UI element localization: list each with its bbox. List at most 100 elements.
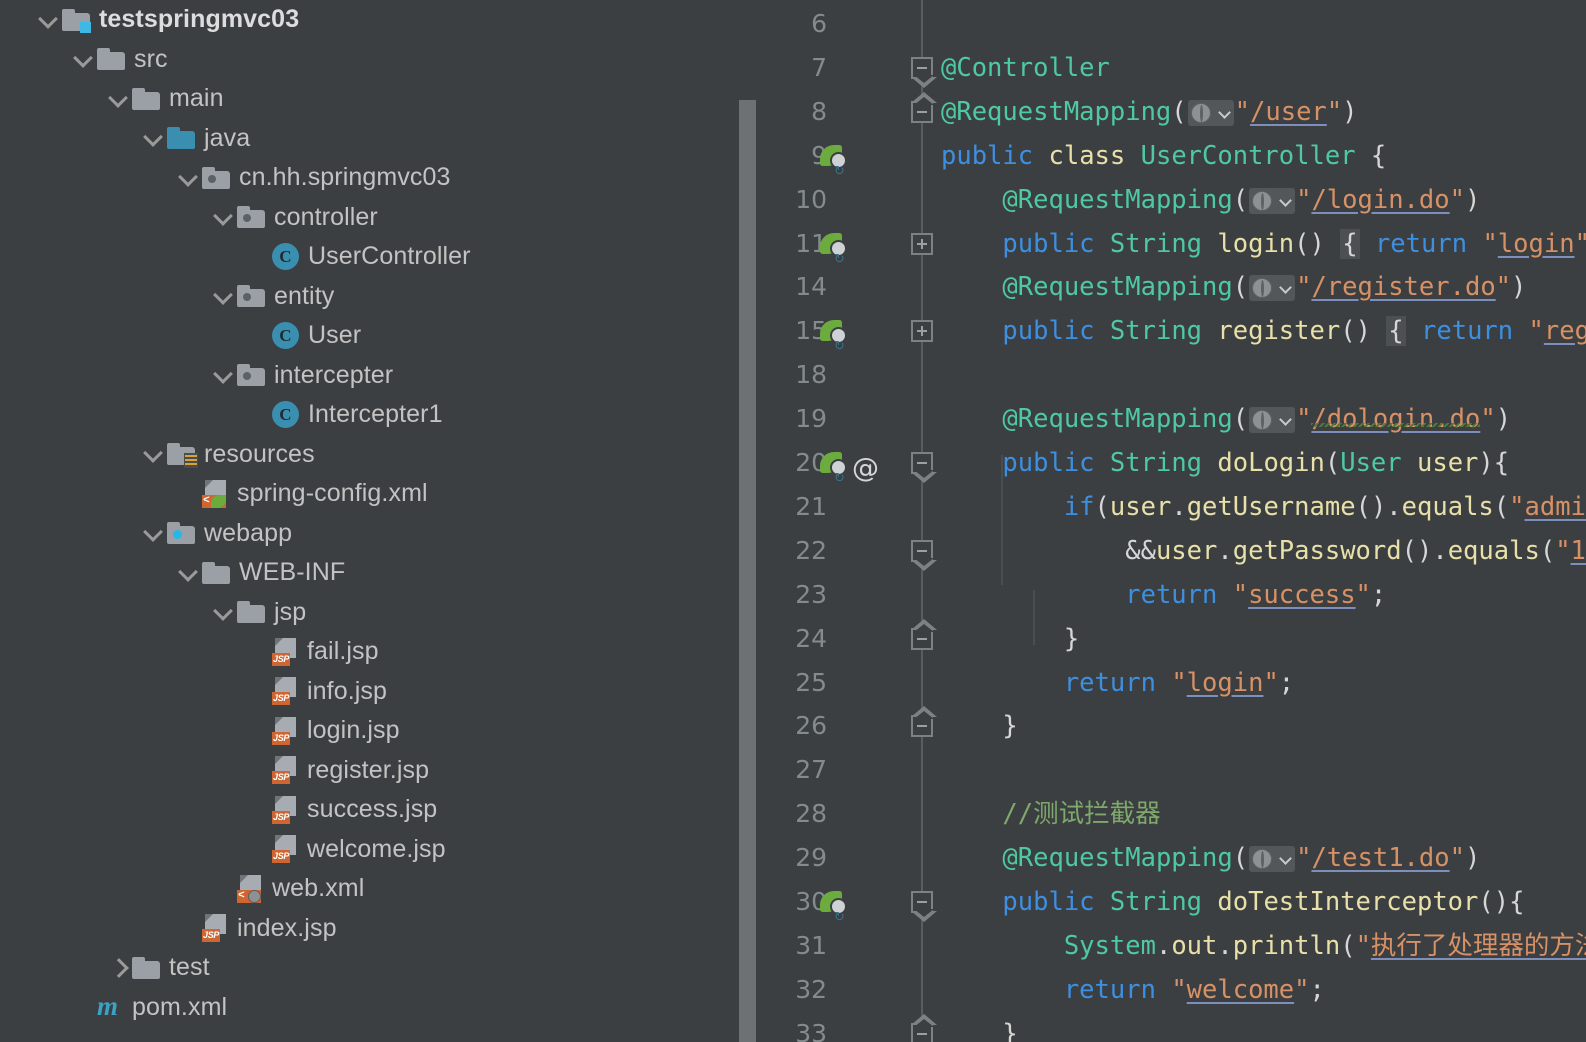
gutter-line-8[interactable]: 8 bbox=[770, 90, 903, 134]
gutter-line-22[interactable]: 22 bbox=[770, 529, 903, 573]
chevron-down-icon[interactable] bbox=[211, 283, 237, 309]
gutter-line-21[interactable]: 21 bbox=[770, 485, 903, 529]
tree-item-intercepter1[interactable]: C Intercepter1 bbox=[0, 395, 770, 435]
chevron-down-icon[interactable] bbox=[141, 520, 167, 546]
tree-item-welcome-jsp[interactable]: JSP welcome.jsp bbox=[0, 830, 770, 870]
tree-item-resources[interactable]: resources bbox=[0, 435, 770, 475]
code-line-25[interactable]: return "login"; bbox=[941, 661, 1294, 705]
tree-item-main[interactable]: main bbox=[0, 79, 770, 119]
code-content[interactable]: @Controller @RequestMapping("/user") publi… bbox=[941, 0, 1586, 1042]
tree-item-user[interactable]: C User bbox=[0, 316, 770, 356]
chevron-down-icon[interactable] bbox=[211, 204, 237, 230]
spring-bean-gutter-icon[interactable] bbox=[820, 232, 847, 282]
tree-item-login-jsp[interactable]: JSP login.jsp bbox=[0, 711, 770, 751]
code-line-33[interactable]: } bbox=[941, 1012, 1017, 1042]
tree-item-testspringmvc03[interactable]: testspringmvc03 bbox=[0, 0, 770, 40]
chevron-right-icon[interactable] bbox=[106, 955, 132, 981]
mapping-path[interactable]: /user bbox=[1250, 97, 1327, 127]
spring-bean-gutter-icon[interactable] bbox=[820, 452, 847, 501]
code-line-15[interactable]: public String register() { return "regis… bbox=[941, 309, 1586, 353]
gutter-line-23[interactable]: 23 bbox=[770, 573, 903, 617]
code-line-30[interactable]: public String doTestInterceptor(){ bbox=[941, 880, 1524, 924]
fold-collapse-icon[interactable] bbox=[911, 91, 937, 123]
gutter-line-28[interactable]: 28 bbox=[770, 792, 903, 836]
fold-expand-icon[interactable] bbox=[911, 320, 933, 343]
tree-item-controller[interactable]: controller bbox=[0, 198, 770, 238]
gutter-line-31[interactable]: 31 bbox=[770, 924, 903, 968]
chevron-down-icon[interactable] bbox=[176, 560, 202, 586]
chevron-down-icon[interactable] bbox=[141, 125, 167, 151]
code-line-23[interactable]: return "success"; bbox=[941, 573, 1386, 617]
code-line-32[interactable]: return "welcome"; bbox=[941, 968, 1325, 1012]
spring-bean-gutter-icon[interactable] bbox=[820, 320, 847, 369]
gutter-line-26[interactable]: 26 bbox=[770, 704, 903, 748]
web-mapping-gutter-icon[interactable] bbox=[1249, 407, 1296, 434]
tree-item-java[interactable]: java bbox=[0, 119, 770, 159]
mapping-path[interactable]: /test1.do bbox=[1311, 843, 1449, 873]
tree-item-jsp[interactable]: jsp bbox=[0, 593, 770, 633]
gutter-line-6[interactable]: 6 bbox=[770, 2, 903, 46]
code-line-21[interactable]: if(user.getUsername().equals("admin") bbox=[941, 485, 1586, 529]
tree-item-spring-config-xml[interactable]: < spring-config.xml bbox=[0, 474, 770, 514]
tree-item-usercontroller[interactable]: C UserController bbox=[0, 237, 770, 277]
project-tree-panel[interactable]: testspringmvc03 src main java cn.hh.springmv… bbox=[0, 0, 770, 1042]
chevron-down-icon[interactable] bbox=[71, 46, 97, 72]
gutter-line-33[interactable]: 33 bbox=[770, 1012, 903, 1042]
code-line-10[interactable]: @RequestMapping("/login.do") bbox=[941, 178, 1480, 222]
web-mapping-gutter-icon[interactable] bbox=[1187, 99, 1234, 126]
gutter-line-32[interactable]: 32 bbox=[770, 968, 903, 1012]
tree-item-entity[interactable]: entity bbox=[0, 277, 770, 317]
fold-collapse-icon[interactable] bbox=[911, 891, 937, 922]
tree-item-success-jsp[interactable]: JSP success.jsp bbox=[0, 790, 770, 830]
mapping-path[interactable]: /dologin.do bbox=[1311, 404, 1480, 434]
mapping-path[interactable]: /register.do bbox=[1311, 272, 1495, 302]
code-line-19[interactable]: @RequestMapping("/dologin.do") bbox=[941, 397, 1511, 441]
tree-item-cn-hh-springmvc03[interactable]: cn.hh.springmvc03 bbox=[0, 158, 770, 198]
chevron-down-icon[interactable] bbox=[36, 7, 62, 33]
fold-collapse-icon[interactable] bbox=[911, 452, 937, 483]
code-line-28[interactable]: //测试拦截器 bbox=[941, 792, 1160, 836]
code-line-14[interactable]: @RequestMapping("/register.do") bbox=[941, 265, 1526, 309]
fold-collapse-icon[interactable] bbox=[911, 706, 937, 738]
fold-collapse-icon[interactable] bbox=[911, 618, 937, 650]
editor-gutter[interactable]: 678910111415181920@212223242526272829303… bbox=[770, 0, 903, 1042]
gutter-line-14[interactable]: 14 bbox=[770, 265, 903, 309]
code-editor[interactable]: 80% 0% 100% 要么就不 要么拼命 bbox=[770, 0, 1586, 1042]
chevron-down-icon[interactable] bbox=[211, 599, 237, 625]
gutter-line-11[interactable]: 11 bbox=[770, 222, 903, 282]
fold-expand-icon[interactable] bbox=[911, 232, 933, 255]
gutter-line-25[interactable]: 25 bbox=[770, 661, 903, 705]
code-line-20[interactable]: public String doLogin(User user){ bbox=[941, 441, 1509, 485]
tree-item-webapp[interactable]: webapp bbox=[0, 514, 770, 554]
code-line-9[interactable]: public class UserController { bbox=[941, 134, 1386, 178]
tree-item-info-jsp[interactable]: JSP info.jsp bbox=[0, 672, 770, 712]
fold-collapse-icon[interactable] bbox=[911, 1013, 937, 1042]
code-line-24[interactable]: } bbox=[941, 617, 1079, 661]
gutter-line-30[interactable]: 30 bbox=[770, 880, 903, 940]
gutter-line-7[interactable]: 7 bbox=[770, 46, 903, 90]
chevron-down-icon[interactable] bbox=[211, 362, 237, 388]
code-line-31[interactable]: System.out.println("执行了处理器的方法"); bbox=[941, 924, 1586, 968]
tree-item-test[interactable]: test bbox=[0, 948, 770, 988]
code-line-29[interactable]: @RequestMapping("/test1.do") bbox=[941, 836, 1480, 880]
gutter-line-27[interactable]: 27 bbox=[770, 748, 903, 792]
gutter-line-18[interactable]: 18 bbox=[770, 353, 903, 397]
tree-item-index-jsp[interactable]: JSP index.jsp bbox=[0, 909, 770, 949]
gutter-line-24[interactable]: 24 bbox=[770, 617, 903, 661]
gutter-line-10[interactable]: 10 bbox=[770, 178, 903, 222]
gutter-line-19[interactable]: 19 bbox=[770, 397, 903, 441]
code-line-22[interactable]: &&user.getPassword().equals("123")){ bbox=[941, 529, 1586, 573]
project-tree-scrollbar[interactable] bbox=[739, 100, 756, 1042]
code-line-8[interactable]: @RequestMapping("/user") bbox=[941, 90, 1358, 134]
spring-bean-gutter-icon[interactable] bbox=[820, 144, 847, 194]
code-line-7[interactable]: @Controller bbox=[941, 46, 1110, 90]
web-mapping-gutter-icon[interactable] bbox=[1249, 846, 1296, 873]
chevron-down-icon[interactable] bbox=[106, 86, 132, 112]
tree-item-register-jsp[interactable]: JSP register.jsp bbox=[0, 751, 770, 791]
tree-item-fail-jsp[interactable]: JSP fail.jsp bbox=[0, 632, 770, 672]
web-mapping-gutter-icon[interactable] bbox=[1249, 275, 1296, 302]
code-fold-column[interactable] bbox=[903, 0, 941, 1042]
gutter-line-29[interactable]: 29 bbox=[770, 836, 903, 880]
tree-item-web-inf[interactable]: WEB-INF bbox=[0, 553, 770, 593]
mapping-path[interactable]: /login.do bbox=[1311, 185, 1449, 215]
